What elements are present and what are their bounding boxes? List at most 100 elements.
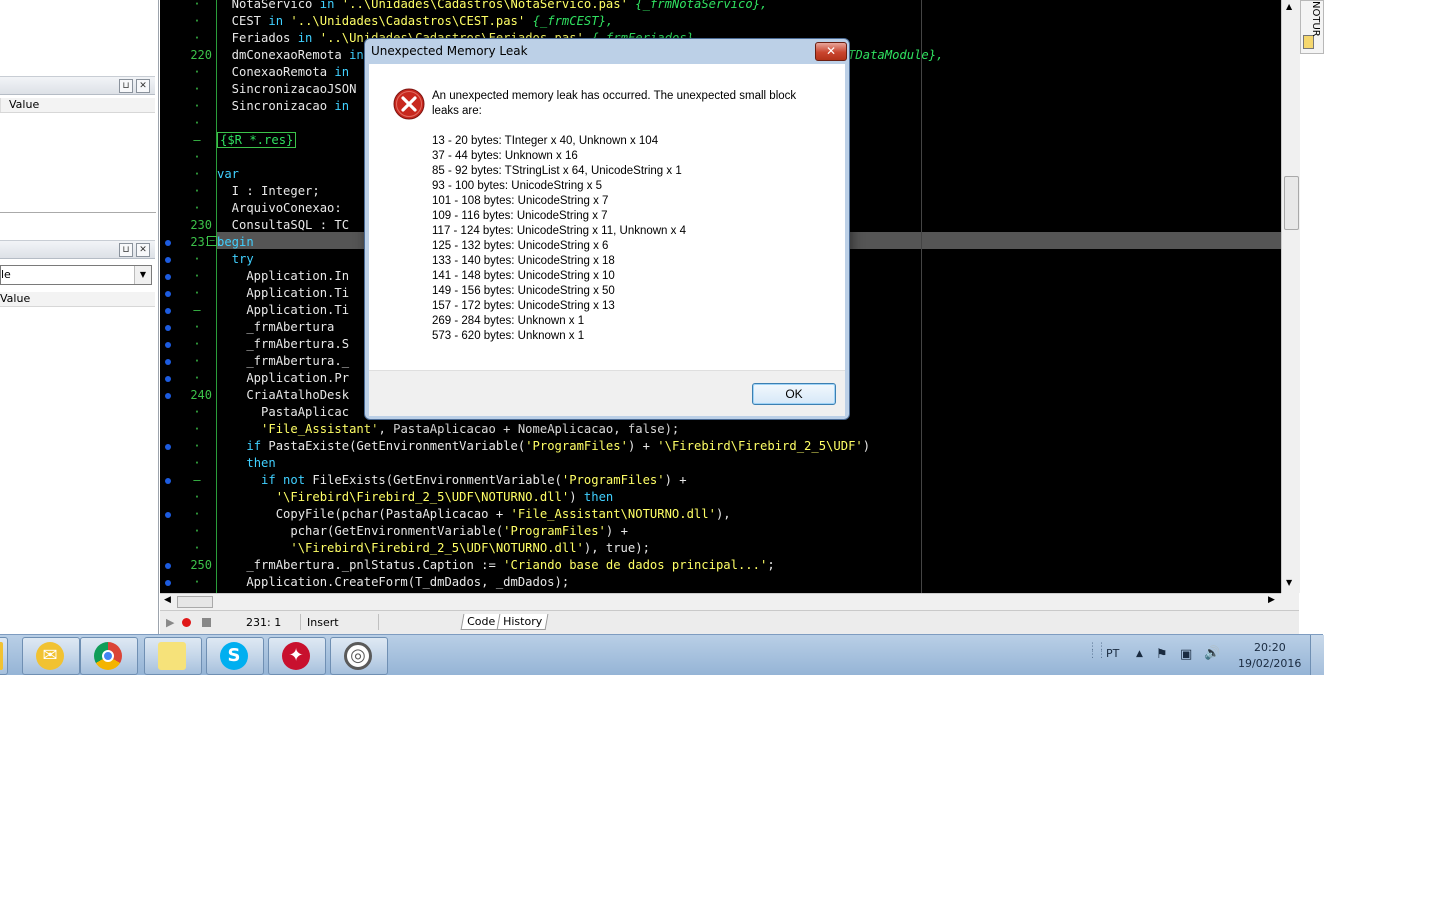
panel-2-titlebar: ⊔ ✕ <box>0 240 155 259</box>
play-icon[interactable]: ▶ <box>166 616 174 630</box>
code-line[interactable]: Application.Ti <box>217 285 349 302</box>
pin-icon[interactable]: ⊔ <box>119 243 133 257</box>
code-line[interactable]: pchar(GetEnvironmentVariable('ProgramFil… <box>217 523 628 540</box>
code-line[interactable]: if not FileExists(GetEnvironmentVariable… <box>217 472 687 489</box>
object-selector-combo[interactable]: le ▼ <box>0 265 152 285</box>
scroll-left-icon[interactable]: ◀ <box>164 595 171 605</box>
breakpoint-icon[interactable] <box>165 325 171 331</box>
close-icon[interactable]: ✕ <box>136 79 150 93</box>
breakpoint-icon[interactable] <box>165 393 171 399</box>
breakpoint-icon[interactable] <box>165 342 171 348</box>
code-line[interactable]: ConsultaSQL : TC <box>217 217 349 234</box>
breakpoint-icon[interactable] <box>165 580 171 586</box>
line-number: · <box>193 116 201 130</box>
line-number: 220 <box>190 48 212 62</box>
breakpoint-icon[interactable] <box>165 563 171 569</box>
ok-button[interactable]: OK <box>752 383 836 405</box>
vertical-scrollbar[interactable]: ▲ ▼ <box>1281 0 1300 593</box>
project-label[interactable]: NOTUR <box>1310 1 1321 37</box>
clock-time[interactable]: 20:20 <box>1254 641 1286 654</box>
line-number: · <box>193 82 201 96</box>
stop-icon[interactable] <box>202 618 211 627</box>
line-number: · <box>193 320 201 334</box>
code-line[interactable]: ConexaoRemota in <box>217 64 349 81</box>
code-line[interactable]: var <box>217 166 239 183</box>
value-column-header[interactable]: Value <box>0 292 30 306</box>
code-line[interactable]: '\Firebird\Firebird_2_5\UDF\NOTURNO.dll'… <box>217 540 650 557</box>
breakpoint-icon[interactable] <box>165 478 171 484</box>
code-line[interactable]: if PastaExiste(GetEnvironmentVariable('P… <box>217 438 870 455</box>
code-line[interactable]: Application.CreateForm(T_dmDados, _dmDad… <box>217 574 569 591</box>
code-line[interactable]: PastaAplicac <box>217 404 349 421</box>
project-icon[interactable] <box>1303 35 1314 49</box>
code-line[interactable]: CopyFile(pchar(PastaAplicacao + 'File_As… <box>217 506 731 523</box>
code-line[interactable]: then <box>217 455 275 472</box>
breakpoint-icon[interactable] <box>165 274 171 280</box>
tab-history[interactable]: History <box>496 614 549 630</box>
show-desktop-button[interactable] <box>1310 635 1324 675</box>
taskbar-sticky-notes-app[interactable] <box>144 637 202 675</box>
breakpoint-icon[interactable] <box>165 359 171 365</box>
code-line[interactable]: Application.Pr <box>217 370 349 387</box>
breakpoint-icon[interactable] <box>165 308 171 314</box>
code-line[interactable]: begin <box>217 234 254 251</box>
line-number: · <box>193 286 201 300</box>
pin-icon[interactable]: ⊔ <box>119 79 133 93</box>
horizontal-scroll-thumb[interactable] <box>177 596 213 608</box>
close-icon[interactable]: ✕ <box>136 243 150 257</box>
code-line[interactable]: {$R *.res} <box>217 132 297 149</box>
clock-date[interactable]: 19/02/2016 <box>1238 657 1301 670</box>
code-line[interactable]: ArquivoConexao: <box>217 200 342 217</box>
network-icon[interactable]: ▣ <box>1180 647 1192 662</box>
scroll-up-icon[interactable]: ▲ <box>1286 2 1292 11</box>
close-button[interactable]: ✕ <box>815 42 847 61</box>
chevron-down-icon[interactable]: ▼ <box>134 266 151 284</box>
leak-item: 101 - 108 bytes: UnicodeString x 7 <box>432 195 609 207</box>
show-hidden-icons-icon[interactable]: ▲ <box>1136 649 1143 659</box>
code-line[interactable]: SincronizacaoJSON <box>217 81 357 98</box>
code-line[interactable]: Application.Ti <box>217 302 349 319</box>
taskbar-target-app[interactable]: ◎ <box>330 637 388 675</box>
taskbar-delphi-app[interactable]: ✦ <box>268 637 326 675</box>
line-number: · <box>193 269 201 283</box>
code-line[interactable]: NotaServico in '..\Unidades\Cadastros\No… <box>217 0 768 13</box>
breakpoint-icon[interactable] <box>165 512 171 518</box>
breakpoint-icon[interactable] <box>165 257 171 263</box>
breakpoint-gutter[interactable] <box>160 0 178 593</box>
horizontal-scrollbar[interactable]: ◀ ▶ <box>160 593 1281 610</box>
code-line[interactable]: Sincronizacao in <box>217 98 349 115</box>
code-line[interactable]: CriaAtalhoDesk <box>217 387 349 404</box>
value-column-header[interactable]: Value <box>0 98 39 112</box>
line-number-gutter: · · · 220 · · · · – · · · · 230 231 · · · – · · · · 240 · · · · – · · ·… <box>178 0 217 593</box>
volume-icon[interactable]: 🔊 <box>1204 646 1220 661</box>
leak-item: 85 - 92 bytes: TStringList x 64, Unicode… <box>432 165 682 177</box>
code-line[interactable]: I : Integer; <box>217 183 320 200</box>
code-line[interactable]: CEST in '..\Unidades\Cadastros\CEST.pas'… <box>217 13 614 30</box>
code-line[interactable]: _frmAbertura <box>217 319 334 336</box>
leak-list: 13 - 20 bytes: TInteger x 40, Unknown x … <box>432 134 686 344</box>
code-line[interactable]: try <box>217 251 254 268</box>
taskbar-app-explorer[interactable] <box>0 637 8 675</box>
tab-code[interactable]: Code <box>460 614 502 630</box>
taskbar-outlook-app[interactable]: ✉ <box>22 637 80 675</box>
record-icon[interactable] <box>182 618 191 627</box>
fold-toggle-icon[interactable]: − <box>207 236 217 246</box>
vertical-scroll-thumb[interactable] <box>1284 176 1299 230</box>
taskbar-chrome-app[interactable] <box>80 637 138 675</box>
leak-item: 13 - 20 bytes: TInteger x 40, Unknown x … <box>432 135 659 147</box>
code-line[interactable]: Application.In <box>217 268 349 285</box>
code-line[interactable]: _frmAbertura._pnlStatus.Caption := 'Cria… <box>217 557 774 574</box>
taskbar-skype-app[interactable]: S <box>206 637 264 675</box>
code-line[interactable]: _frmAbertura.S <box>217 336 349 353</box>
code-line[interactable]: '\Firebird\Firebird_2_5\UDF\NOTURNO.dll'… <box>217 489 614 506</box>
breakpoint-icon[interactable] <box>165 376 171 382</box>
breakpoint-icon[interactable] <box>165 291 171 297</box>
breakpoint-icon[interactable] <box>165 444 171 450</box>
scroll-right-icon[interactable]: ▶ <box>1268 595 1275 605</box>
code-line[interactable]: 'File_Assistant', PastaAplicacao + NomeA… <box>217 421 679 438</box>
language-indicator[interactable]: PT <box>1106 647 1119 660</box>
breakpoint-icon[interactable] <box>165 240 171 246</box>
panel-2-column-header: Value <box>0 292 155 307</box>
scroll-down-icon[interactable]: ▼ <box>1286 578 1292 587</box>
flag-icon[interactable]: ⚑ <box>1156 647 1168 662</box>
